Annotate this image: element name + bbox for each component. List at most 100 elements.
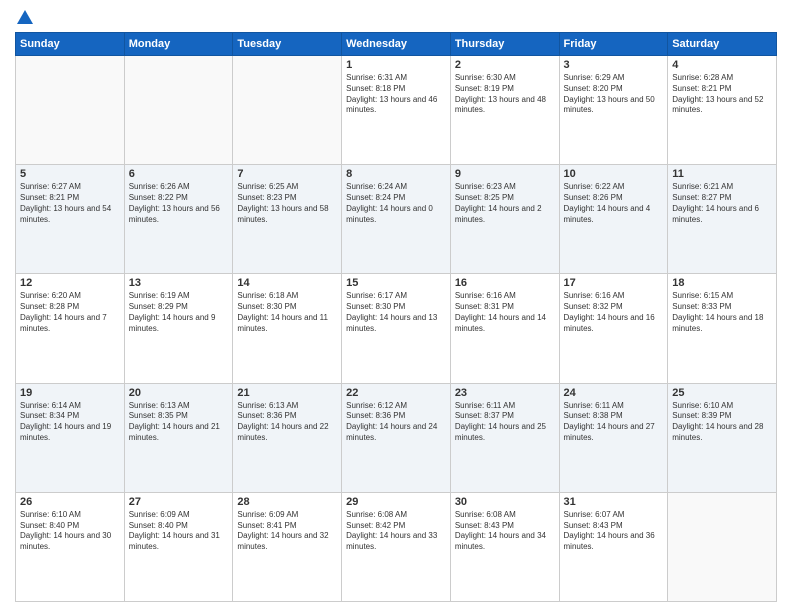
calendar-day-cell: 7Sunrise: 6:25 AMSunset: 8:23 PMDaylight… [233, 165, 342, 274]
calendar-day-cell [16, 56, 125, 165]
day-number: 6 [129, 168, 229, 180]
calendar-day-cell: 12Sunrise: 6:20 AMSunset: 8:28 PMDayligh… [16, 274, 125, 383]
day-number: 10 [564, 168, 664, 180]
day-number: 3 [564, 59, 664, 71]
header-saturday: Saturday [668, 33, 777, 56]
calendar-day-cell: 18 Sunrise: 6:15 AMSunset: 8:33 PMDayligh… [668, 274, 777, 383]
calendar-day-cell: 17 Sunrise: 6:16 AMSunset: 8:32 PMDayligh… [559, 274, 668, 383]
day-info: Sunrise: 6:08 AMSunset: 8:42 PMDaylight:… [346, 510, 446, 553]
day-number: 28 [237, 496, 337, 508]
calendar-day-cell: 23 Sunrise: 6:11 AMSunset: 8:37 PMDayligh… [450, 383, 559, 492]
day-info: Sunrise: 6:31 AMSunset: 8:18 PMDaylight:… [346, 73, 446, 116]
header-tuesday: Tuesday [233, 33, 342, 56]
calendar-day-cell: 10 Sunrise: 6:22 AMSunset: 8:26 PMDayligh… [559, 165, 668, 274]
day-info: Sunrise: 6:24 AMSunset: 8:24 PMDaylight:… [346, 182, 446, 225]
day-info: Sunrise: 6:16 AMSunset: 8:32 PMDaylight:… [564, 291, 664, 334]
day-info: Sunrise: 6:08 AMSunset: 8:43 PMDaylight:… [455, 510, 555, 553]
day-info: Sunrise: 6:10 AMSunset: 8:40 PMDaylight:… [20, 510, 120, 553]
calendar-day-cell: 27 Sunrise: 6:09 AMSunset: 8:40 PMDayligh… [124, 492, 233, 601]
calendar-day-cell [233, 56, 342, 165]
day-number: 18 [672, 277, 772, 289]
calendar-day-cell: 29 Sunrise: 6:08 AMSunset: 8:42 PMDayligh… [342, 492, 451, 601]
calendar-day-cell: 6 Sunrise: 6:26 AMSunset: 8:22 PMDaylight… [124, 165, 233, 274]
day-number: 12 [20, 277, 120, 289]
calendar-day-cell: 9 Sunrise: 6:23 AMSunset: 8:25 PMDaylight… [450, 165, 559, 274]
day-number: 22 [346, 387, 446, 399]
calendar-week-row: 26 Sunrise: 6:10 AMSunset: 8:40 PMDayligh… [16, 492, 777, 601]
day-info: Sunrise: 6:18 AMSunset: 8:30 PMDaylight:… [237, 291, 337, 334]
day-number: 11 [672, 168, 772, 180]
day-number: 23 [455, 387, 555, 399]
calendar-day-cell: 26 Sunrise: 6:10 AMSunset: 8:40 PMDayligh… [16, 492, 125, 601]
header-wednesday: Wednesday [342, 33, 451, 56]
calendar-day-cell: 3Sunrise: 6:29 AMSunset: 8:20 PMDaylight… [559, 56, 668, 165]
calendar-week-row: 1 Sunrise: 6:31 AMSunset: 8:18 PMDaylight… [16, 56, 777, 165]
calendar-day-cell: 11 Sunrise: 6:21 AMSunset: 8:27 PMDayligh… [668, 165, 777, 274]
header [15, 10, 777, 24]
day-info: Sunrise: 6:09 AMSunset: 8:40 PMDaylight:… [129, 510, 229, 553]
day-number: 1 [346, 59, 446, 71]
day-number: 27 [129, 496, 229, 508]
calendar-week-row: 12Sunrise: 6:20 AMSunset: 8:28 PMDayligh… [16, 274, 777, 383]
day-number: 16 [455, 277, 555, 289]
day-info: Sunrise: 6:11 AMSunset: 8:37 PMDaylight:… [455, 401, 555, 444]
calendar-day-cell: 30 Sunrise: 6:08 AMSunset: 8:43 PMDayligh… [450, 492, 559, 601]
calendar-table: Sunday Monday Tuesday Wednesday Thursday… [15, 32, 777, 602]
calendar-day-cell [668, 492, 777, 601]
calendar-day-cell: 5Sunrise: 6:27 AMSunset: 8:21 PMDaylight… [16, 165, 125, 274]
calendar-week-row: 19 Sunrise: 6:14 AMSunset: 8:34 PMDayligh… [16, 383, 777, 492]
day-info: Sunrise: 6:28 AMSunset: 8:21 PMDaylight:… [672, 73, 772, 116]
day-info: Sunrise: 6:21 AMSunset: 8:27 PMDaylight:… [672, 182, 772, 225]
calendar-day-cell: 4Sunrise: 6:28 AMSunset: 8:21 PMDaylight… [668, 56, 777, 165]
day-info: Sunrise: 6:22 AMSunset: 8:26 PMDaylight:… [564, 182, 664, 225]
logo [15, 10, 33, 24]
header-thursday: Thursday [450, 33, 559, 56]
day-info: Sunrise: 6:12 AMSunset: 8:36 PMDaylight:… [346, 401, 446, 444]
calendar-day-cell: 21 Sunrise: 6:13 AMSunset: 8:36 PMDayligh… [233, 383, 342, 492]
day-number: 15 [346, 277, 446, 289]
day-number: 29 [346, 496, 446, 508]
calendar-day-cell: 24Sunrise: 6:11 AMSunset: 8:38 PMDayligh… [559, 383, 668, 492]
day-number: 5 [20, 168, 120, 180]
header-monday: Monday [124, 33, 233, 56]
day-info: Sunrise: 6:07 AMSunset: 8:43 PMDaylight:… [564, 510, 664, 553]
day-info: Sunrise: 6:10 AMSunset: 8:39 PMDaylight:… [672, 401, 772, 444]
day-info: Sunrise: 6:17 AMSunset: 8:30 PMDaylight:… [346, 291, 446, 334]
day-number: 26 [20, 496, 120, 508]
day-info: Sunrise: 6:26 AMSunset: 8:22 PMDaylight:… [129, 182, 229, 225]
day-info: Sunrise: 6:19 AMSunset: 8:29 PMDaylight:… [129, 291, 229, 334]
day-number: 25 [672, 387, 772, 399]
day-info: Sunrise: 6:14 AMSunset: 8:34 PMDaylight:… [20, 401, 120, 444]
calendar-day-cell: 25 Sunrise: 6:10 AMSunset: 8:39 PMDayligh… [668, 383, 777, 492]
day-number: 8 [346, 168, 446, 180]
day-number: 17 [564, 277, 664, 289]
calendar-day-cell: 16 Sunrise: 6:16 AMSunset: 8:31 PMDayligh… [450, 274, 559, 383]
calendar-day-cell: 22 Sunrise: 6:12 AMSunset: 8:36 PMDayligh… [342, 383, 451, 492]
calendar-day-cell [124, 56, 233, 165]
day-number: 19 [20, 387, 120, 399]
day-number: 30 [455, 496, 555, 508]
day-info: Sunrise: 6:13 AMSunset: 8:36 PMDaylight:… [237, 401, 337, 444]
calendar-day-cell: 14 Sunrise: 6:18 AMSunset: 8:30 PMDayligh… [233, 274, 342, 383]
day-info: Sunrise: 6:30 AMSunset: 8:19 PMDaylight:… [455, 73, 555, 116]
calendar-day-cell: 8 Sunrise: 6:24 AMSunset: 8:24 PMDaylight… [342, 165, 451, 274]
calendar-day-cell: 1 Sunrise: 6:31 AMSunset: 8:18 PMDaylight… [342, 56, 451, 165]
calendar-week-row: 5Sunrise: 6:27 AMSunset: 8:21 PMDaylight… [16, 165, 777, 274]
day-info: Sunrise: 6:15 AMSunset: 8:33 PMDaylight:… [672, 291, 772, 334]
calendar-day-cell: 15 Sunrise: 6:17 AMSunset: 8:30 PMDayligh… [342, 274, 451, 383]
day-info: Sunrise: 6:23 AMSunset: 8:25 PMDaylight:… [455, 182, 555, 225]
day-info: Sunrise: 6:13 AMSunset: 8:35 PMDaylight:… [129, 401, 229, 444]
calendar-day-cell: 2Sunrise: 6:30 AMSunset: 8:19 PMDaylight… [450, 56, 559, 165]
calendar-day-cell: 28Sunrise: 6:09 AMSunset: 8:41 PMDayligh… [233, 492, 342, 601]
calendar-day-cell: 13Sunrise: 6:19 AMSunset: 8:29 PMDayligh… [124, 274, 233, 383]
day-number: 24 [564, 387, 664, 399]
day-number: 20 [129, 387, 229, 399]
logo-triangle-icon [17, 10, 33, 24]
day-number: 7 [237, 168, 337, 180]
day-info: Sunrise: 6:16 AMSunset: 8:31 PMDaylight:… [455, 291, 555, 334]
day-number: 21 [237, 387, 337, 399]
calendar-day-cell: 19 Sunrise: 6:14 AMSunset: 8:34 PMDayligh… [16, 383, 125, 492]
day-number: 14 [237, 277, 337, 289]
day-number: 9 [455, 168, 555, 180]
header-sunday: Sunday [16, 33, 125, 56]
